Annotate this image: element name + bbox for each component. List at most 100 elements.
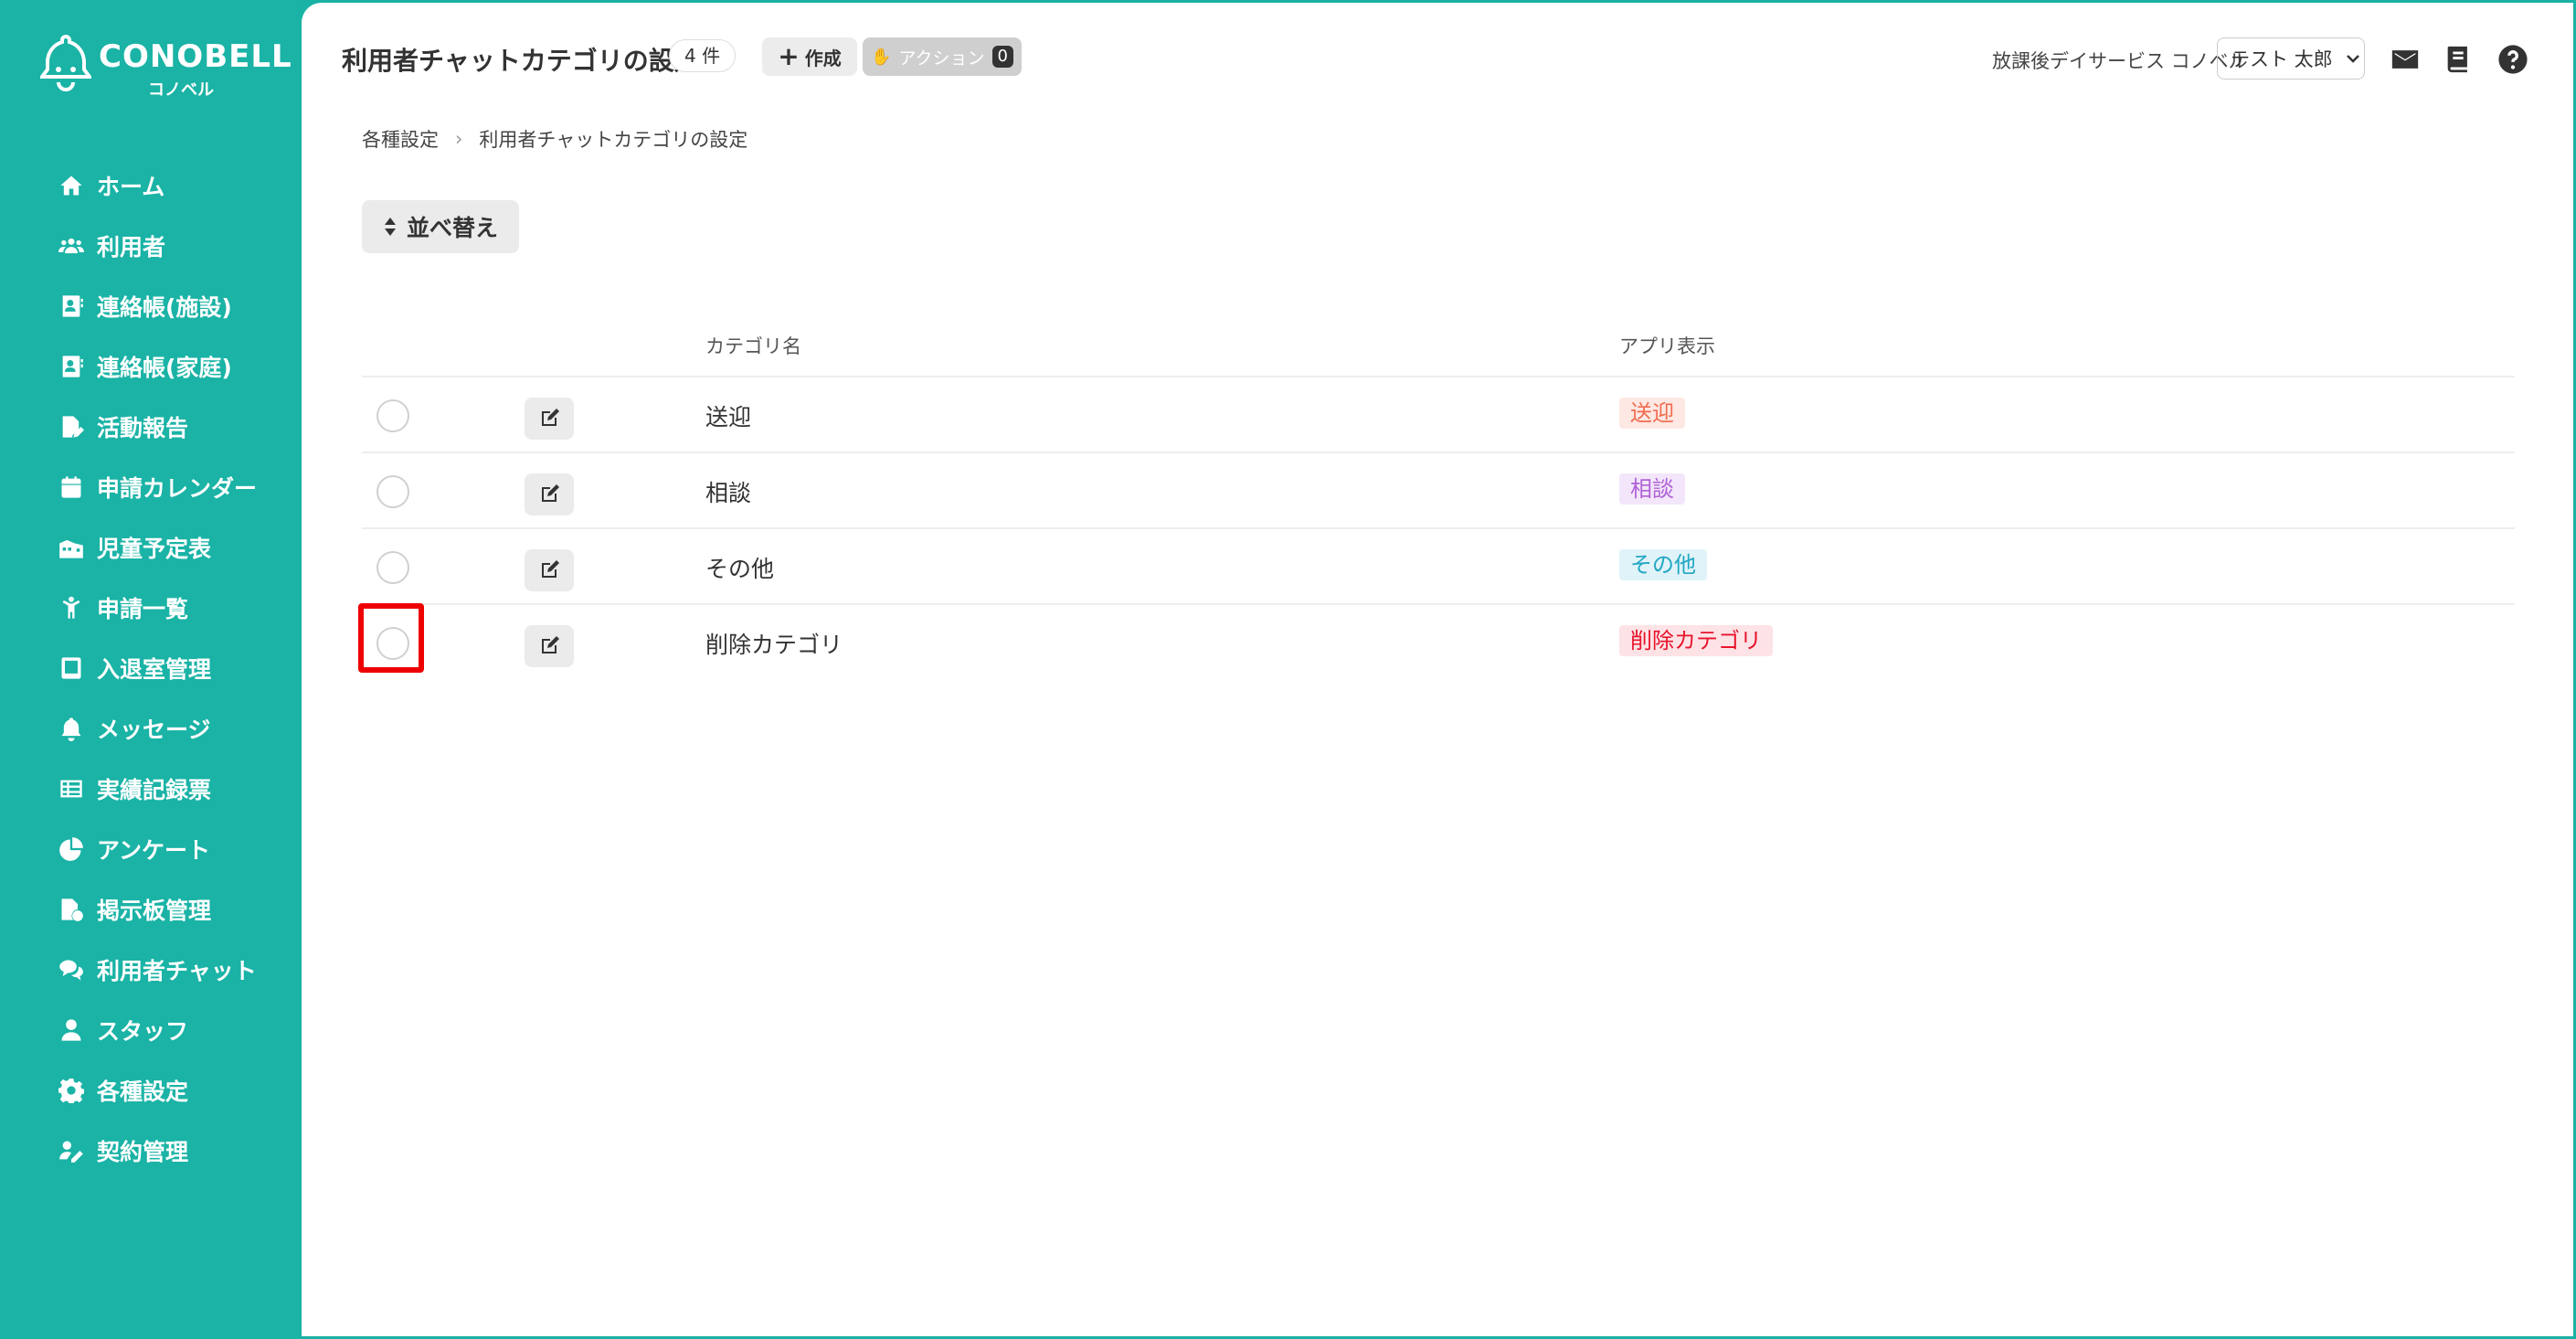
sidebar-item-label: ホーム: [97, 174, 165, 200]
user-name: テスト 太郎: [2231, 48, 2333, 70]
create-button[interactable]: + 作成: [762, 37, 857, 76]
bell-logo-icon: [40, 34, 91, 91]
report-icon: [57, 412, 86, 441]
sidebar-item-label: 実績記録票: [97, 777, 212, 803]
sidebar-item-message[interactable]: メッセージ: [0, 698, 302, 759]
sidebar-item-label: 契約管理: [97, 1139, 189, 1165]
sidebar-item-label: 入退室管理: [97, 656, 212, 683]
gear-icon: [57, 1076, 86, 1105]
edit-button[interactable]: [525, 625, 574, 667]
chat-icon: [57, 955, 86, 984]
pie-icon: [57, 834, 86, 864]
highlight-box: [358, 603, 424, 673]
create-button-label: 作成: [804, 47, 842, 69]
sidebar-item-board[interactable]: 掲示板管理: [0, 879, 302, 940]
child-icon: [57, 593, 86, 622]
app-display-tag: 相談: [1619, 473, 1685, 505]
column-header-name: カテゴリ名: [705, 335, 801, 357]
column-header-app: アプリ表示: [1619, 335, 1715, 357]
chevron-right-icon: ›: [455, 128, 463, 150]
sidebar-item-label: 掲示板管理: [97, 898, 212, 924]
row-checkbox[interactable]: [376, 551, 409, 584]
edit-icon: [542, 484, 559, 502]
staff-icon: [57, 1015, 86, 1045]
sidebar-item-label: スタッフ: [97, 1018, 189, 1045]
edit-icon: [542, 560, 559, 578]
contact-book-icon: [57, 352, 86, 381]
sidebar-item-request-calendar[interactable]: 申請カレンダー: [0, 457, 302, 517]
app-display-tag: その他: [1619, 549, 1707, 580]
table-header: カテゴリ名 アプリ表示: [362, 319, 2515, 377]
sort-icon: [384, 218, 396, 236]
home-icon: [57, 171, 86, 200]
sidebar-item-settings[interactable]: 各種設定: [0, 1060, 302, 1121]
logo-text: CONOBELL: [99, 38, 292, 75]
sidebar-item-survey[interactable]: アンケート: [0, 819, 302, 879]
tablet-icon: [57, 654, 86, 683]
sidebar-item-label: 連絡帳(施設): [97, 294, 232, 321]
sidebar-item-record-sheet[interactable]: 実績記録票: [0, 759, 302, 819]
breadcrumb-parent-link[interactable]: 各種設定: [362, 125, 439, 153]
page-title: 利用者チャットカテゴリの設定: [342, 46, 700, 76]
category-name: 削除カテゴリ: [705, 632, 843, 658]
sidebar-item-child-schedule[interactable]: 児童予定表: [0, 517, 302, 578]
action-button[interactable]: ✋ アクション 0: [863, 37, 1022, 76]
logo-subtext: コノベル: [148, 80, 214, 100]
edit-icon: [542, 636, 559, 654]
edit-icon: [542, 409, 559, 426]
edit-button[interactable]: [525, 549, 574, 591]
row-checkbox[interactable]: [376, 399, 409, 432]
sidebar-item-request-list[interactable]: 申請一覧: [0, 578, 302, 638]
contact-book-icon: [57, 292, 86, 321]
category-name: その他: [705, 556, 775, 582]
sidebar-item-contact-home[interactable]: 連絡帳(家庭): [0, 336, 302, 397]
edit-button[interactable]: [525, 398, 574, 440]
facility-name: 放課後デイサービス コノベル: [1992, 50, 2248, 72]
category-table: カテゴリ名 アプリ表示 送迎 送迎 相談 相談 その他 その他 削除カテゴリ 削…: [362, 319, 2515, 681]
edit-button[interactable]: [525, 473, 574, 515]
category-name: 相談: [705, 480, 752, 506]
table-row: 相談 相談: [362, 453, 2515, 529]
logo[interactable]: CONOBELL コノベル: [40, 31, 292, 104]
manual-book-icon[interactable]: [2442, 43, 2475, 76]
action-count-badge: 0: [991, 46, 1013, 68]
table-row: 送迎 送迎: [362, 377, 2515, 453]
calendar-icon: [57, 473, 86, 502]
sidebar-item-contact-facility[interactable]: 連絡帳(施設): [0, 276, 302, 336]
sidebar-nav: ホーム 利用者 連絡帳(施設) 連絡帳(家庭) 活動報告 申請カレンダー 児童予…: [0, 155, 302, 1181]
sidebar-item-attendance[interactable]: 入退室管理: [0, 638, 302, 698]
sidebar-item-staff[interactable]: スタッフ: [0, 1000, 302, 1060]
category-name: 送迎: [705, 404, 752, 430]
sidebar: CONOBELL コノベル ホーム 利用者 連絡帳(施設) 連絡帳(家庭) 活動…: [0, 0, 302, 1339]
sidebar-item-activity-report[interactable]: 活動報告: [0, 397, 302, 457]
users-icon: [57, 231, 86, 260]
sidebar-item-label: 申請一覧: [97, 596, 189, 622]
sidebar-item-label: 利用者チャット: [97, 958, 257, 984]
sidebar-item-contract[interactable]: 契約管理: [0, 1121, 302, 1181]
help-icon[interactable]: [2496, 43, 2529, 76]
breadcrumb-current: 利用者チャットカテゴリの設定: [479, 129, 748, 151]
table-row: その他 その他: [362, 529, 2515, 605]
sidebar-item-home[interactable]: ホーム: [0, 155, 302, 216]
sort-button[interactable]: 並べ替え: [362, 200, 519, 253]
sidebar-item-label: メッセージ: [97, 717, 211, 743]
bell-icon: [57, 714, 86, 743]
table-icon: [57, 774, 86, 803]
sidebar-item-label: 申請カレンダー: [97, 475, 258, 502]
sidebar-item-label: 各種設定: [97, 1079, 189, 1105]
sidebar-item-users[interactable]: 利用者: [0, 216, 302, 276]
contract-icon: [57, 1136, 86, 1165]
user-dropdown[interactable]: テスト 太郎: [2217, 37, 2365, 80]
action-button-label: アクション: [898, 48, 985, 69]
app-display-tag: 削除カテゴリ: [1619, 625, 1773, 656]
mail-icon[interactable]: [2389, 43, 2422, 76]
sidebar-item-label: 連絡帳(家庭): [97, 355, 232, 381]
sidebar-item-user-chat[interactable]: 利用者チャット: [0, 940, 302, 1000]
row-checkbox[interactable]: [376, 475, 409, 508]
sort-button-label: 並べ替え: [406, 215, 498, 241]
table-row: 削除カテゴリ 削除カテゴリ: [362, 605, 2515, 681]
plus-icon: +: [778, 41, 800, 71]
hand-pointer-icon: ✋: [871, 47, 892, 67]
main-content: 利用者チャットカテゴリの設定 4 件 + 作成 ✋ アクション 0 放課後デイサ…: [302, 3, 2573, 1336]
breadcrumb: 各種設定 › 利用者チャットカテゴリの設定: [362, 125, 747, 153]
